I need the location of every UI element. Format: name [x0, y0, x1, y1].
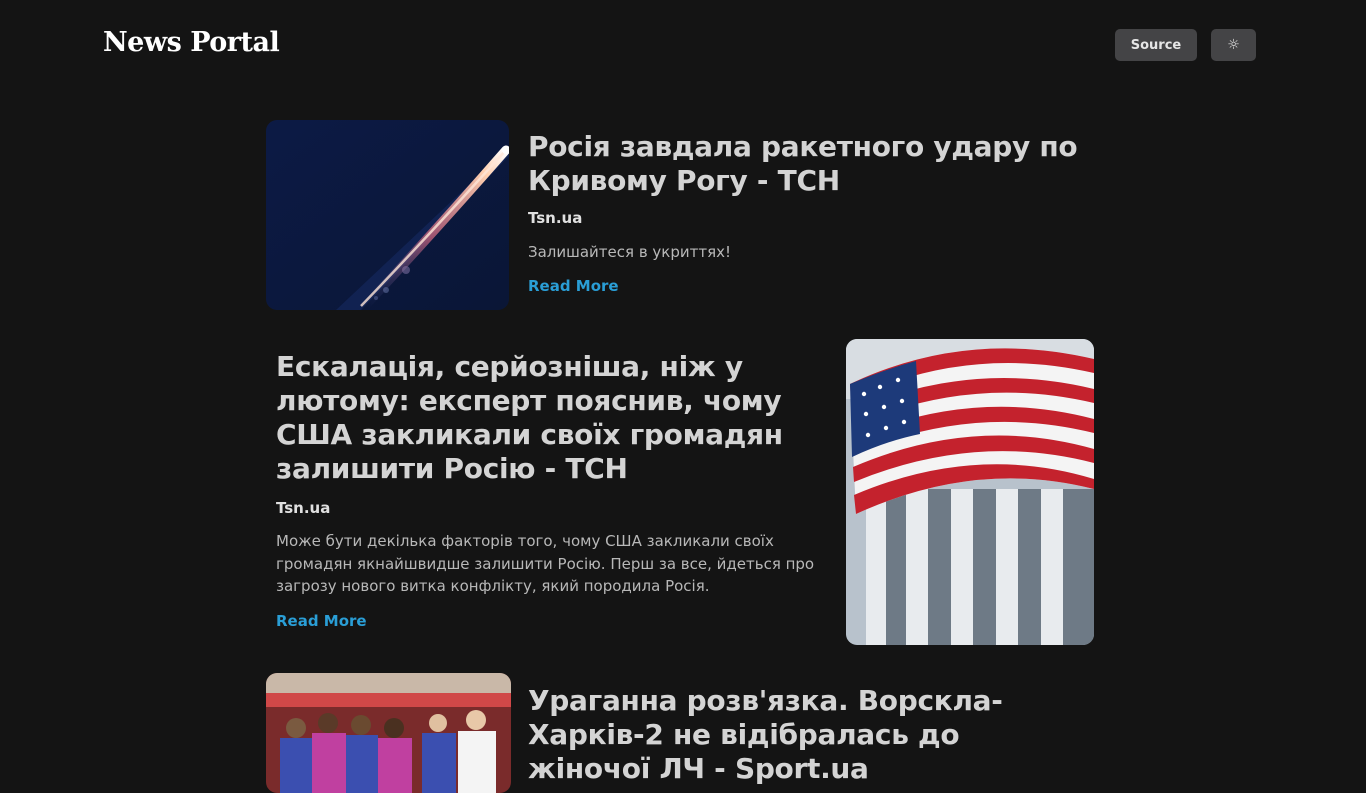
- source-button[interactable]: Source: [1115, 29, 1197, 61]
- read-more-link[interactable]: Read More: [276, 612, 367, 630]
- article-source: Tsn.ua: [276, 499, 331, 517]
- site-logo[interactable]: News Portal: [103, 27, 280, 58]
- sun-icon: ☼: [1227, 37, 1240, 53]
- theme-toggle-button[interactable]: ☼: [1211, 29, 1256, 61]
- article-title[interactable]: Ураганна розв'язка. Ворскла-Харків-2 не …: [528, 684, 1088, 786]
- article-source: Tsn.ua: [528, 209, 583, 227]
- article-description: Може бути декілька факторів того, чому С…: [276, 532, 815, 595]
- read-more-link[interactable]: Read More: [528, 277, 619, 295]
- article-title[interactable]: Росія завдала ракетного удару по Кривому…: [528, 130, 1088, 198]
- article-image-us-flag[interactable]: [846, 339, 1094, 645]
- article-title[interactable]: Ескалація, серйозніша, ніж у лютому: екс…: [276, 350, 836, 486]
- article-image-rocket[interactable]: [266, 120, 509, 310]
- article-image-football[interactable]: [266, 673, 511, 793]
- article-description: Залишайтеся в укриттях!: [528, 243, 732, 261]
